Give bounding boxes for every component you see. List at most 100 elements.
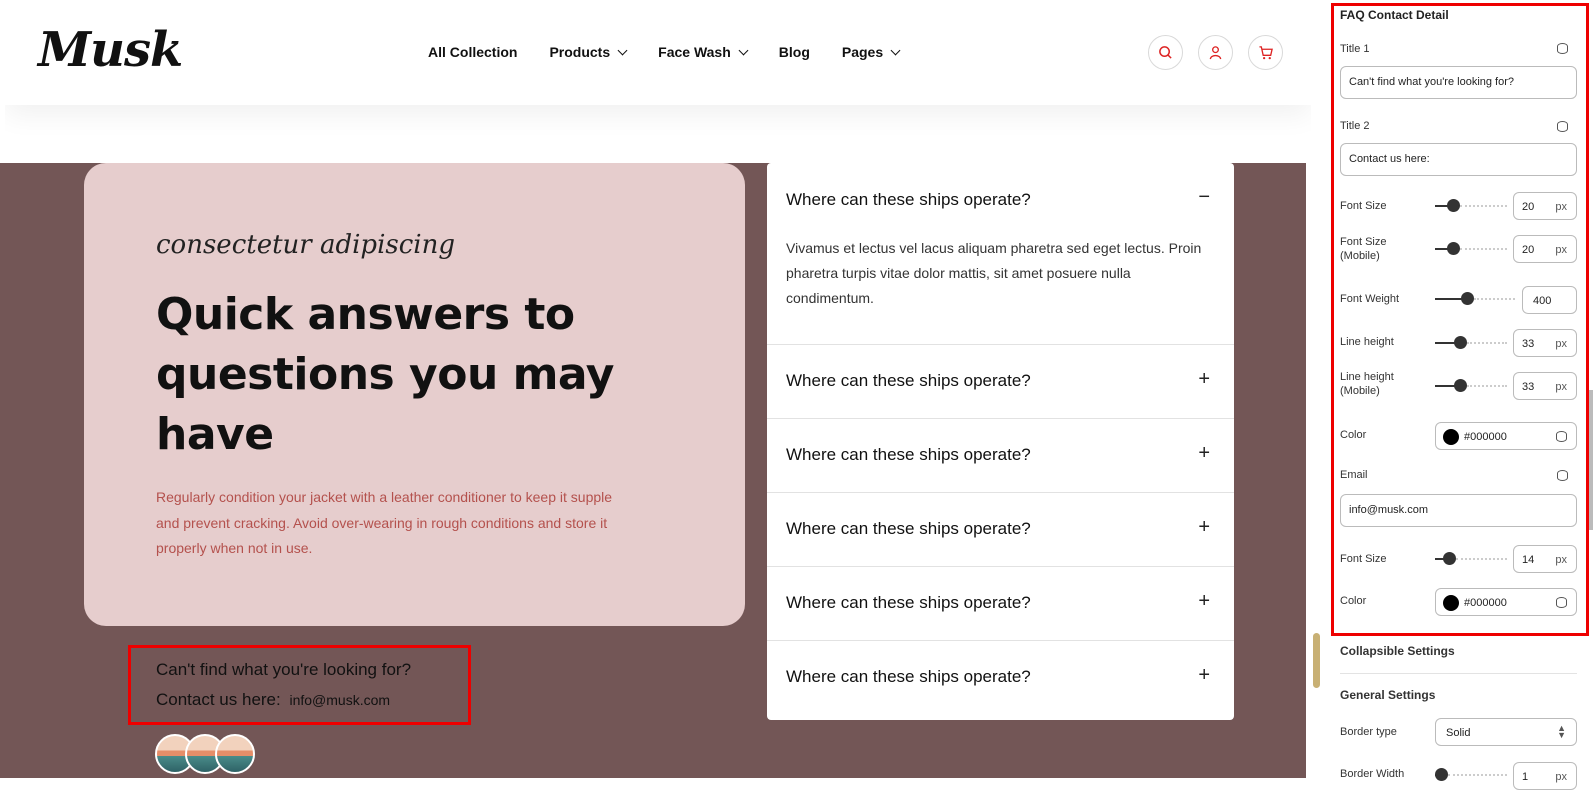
faq-item[interactable]: Where can these ships operate? + <box>767 493 1234 567</box>
unit-label: px <box>1555 338 1567 350</box>
email-color-picker[interactable]: #000000 <box>1435 588 1577 616</box>
section-description: Regularly condition your jacket with a l… <box>156 489 613 556</box>
font-weight-input[interactable]: 400 <box>1522 286 1577 314</box>
font-size-mobile-slider[interactable] <box>1435 242 1507 255</box>
email-color-label: Color <box>1340 595 1367 607</box>
faq-question[interactable]: Where can these ships operate? <box>786 593 1031 613</box>
border-width-slider[interactable] <box>1435 768 1507 781</box>
contact-title-2-text: Contact us here: <box>156 690 281 709</box>
nav-pages[interactable]: Pages <box>842 44 901 60</box>
user-icon[interactable] <box>1198 35 1233 70</box>
line-height-input[interactable]: 33 px <box>1513 329 1577 357</box>
expand-icon[interactable]: + <box>1198 664 1210 687</box>
line-height-slider[interactable] <box>1435 336 1507 349</box>
divider <box>1340 673 1577 674</box>
border-width-input[interactable]: 1 px <box>1513 762 1577 790</box>
faq-question[interactable]: Where can these ships operate? <box>786 371 1031 391</box>
color-hex[interactable]: #000000 <box>1464 597 1507 609</box>
expand-icon[interactable]: + <box>1198 368 1210 391</box>
avatar <box>215 734 255 774</box>
faq-accordion: Where can these ships operate? − Vivamus… <box>767 163 1234 720</box>
faq-question[interactable]: Where can these ships operate? <box>786 445 1031 465</box>
font-size-mobile-label: Font Size (Mobile) <box>1340 236 1387 262</box>
font-size-mobile-value: 20 <box>1522 244 1535 256</box>
font-size-value: 20 <box>1522 201 1535 213</box>
nav-products[interactable]: Products <box>549 44 628 60</box>
database-icon[interactable] <box>1556 597 1567 608</box>
unit-label: px <box>1555 381 1567 393</box>
title1-input[interactable]: Can't find what you're looking for? <box>1340 66 1577 99</box>
contact-email[interactable]: info@musk.com <box>289 692 390 708</box>
database-icon[interactable] <box>1557 43 1568 54</box>
cart-icon[interactable] <box>1248 35 1283 70</box>
faq-item[interactable]: Where can these ships operate? + <box>767 345 1234 419</box>
expand-icon[interactable]: + <box>1198 590 1210 613</box>
title2-label: Title 2 <box>1340 120 1370 132</box>
font-size-input[interactable]: 20 px <box>1513 192 1577 220</box>
line-height-mobile-label: Line height (Mobile) <box>1340 371 1394 397</box>
chevron-down-icon <box>738 45 749 55</box>
faq-item[interactable]: Where can these ships operate? + <box>767 419 1234 493</box>
unit-label: px <box>1555 554 1567 566</box>
email-input[interactable]: info@musk.com <box>1340 494 1577 527</box>
nav-label: Products <box>549 44 611 60</box>
faq-item[interactable]: Where can these ships operate? − Vivamus… <box>767 163 1234 345</box>
email-label: Email <box>1340 469 1368 481</box>
line-height-mobile-value: 33 <box>1522 381 1535 393</box>
unit-label: px <box>1555 201 1567 213</box>
unit-label: px <box>1555 771 1567 783</box>
database-icon[interactable] <box>1557 470 1568 481</box>
border-type-select[interactable]: Solid ▲ ▼ <box>1435 718 1577 746</box>
general-settings-title[interactable]: General Settings <box>1340 688 1435 702</box>
avatar-group <box>155 734 275 774</box>
unit-label: px <box>1555 244 1567 256</box>
line-height-mobile-input[interactable]: 33 px <box>1513 372 1577 400</box>
contact-title-2: Contact us here: info@musk.com <box>156 690 390 710</box>
panel-section-title: FAQ Contact Detail <box>1340 8 1449 22</box>
faq-item[interactable]: Where can these ships operate? + <box>767 567 1234 641</box>
font-weight-label: Font Weight <box>1340 293 1400 305</box>
preview-scrollbar[interactable] <box>1313 633 1320 688</box>
faq-answer: Vivamus et lectus vel lacus aliquam phar… <box>786 240 1202 306</box>
panel-scrollbar[interactable] <box>1589 390 1593 530</box>
faq-question[interactable]: Where can these ships operate? <box>786 190 1031 210</box>
nav-face-wash[interactable]: Face Wash <box>658 44 749 60</box>
chevron-down-icon <box>890 45 901 55</box>
nav-blog[interactable]: Blog <box>779 44 810 60</box>
expand-icon[interactable]: + <box>1198 516 1210 539</box>
email-font-size-slider[interactable] <box>1435 552 1507 565</box>
collapse-icon[interactable]: − <box>1198 186 1210 209</box>
border-type-value: Solid <box>1446 727 1471 739</box>
nav-label: All Collection <box>428 44 518 60</box>
line-height-label: Line height <box>1340 336 1394 348</box>
section-subtitle: consectetur adipiscing <box>156 230 455 260</box>
expand-icon[interactable]: + <box>1198 442 1210 465</box>
database-icon[interactable] <box>1557 121 1568 132</box>
line-height-mobile-slider[interactable] <box>1435 379 1507 392</box>
font-weight-slider[interactable] <box>1435 292 1515 305</box>
color-swatch[interactable] <box>1443 429 1459 445</box>
nav-label: Blog <box>778 44 810 60</box>
collapsible-settings-title[interactable]: Collapsible Settings <box>1340 644 1455 658</box>
nav-all-collection[interactable]: All Collection <box>428 44 517 60</box>
main-nav: All Collection Products Face Wash Blog P… <box>428 44 931 60</box>
color-label: Color <box>1340 429 1367 441</box>
search-icon[interactable] <box>1148 35 1183 70</box>
site-header: Musk All Collection Products Face Wash B… <box>5 0 1311 105</box>
font-size-label: Font Size <box>1340 200 1387 212</box>
logo[interactable]: Musk <box>38 22 183 78</box>
title1-label: Title 1 <box>1340 43 1370 55</box>
faq-question[interactable]: Where can these ships operate? <box>786 519 1031 539</box>
title2-input[interactable]: Contact us here: <box>1340 143 1577 176</box>
border-width-value: 1 <box>1522 771 1529 783</box>
email-font-size-input[interactable]: 14 px <box>1513 545 1577 573</box>
font-size-slider[interactable] <box>1435 199 1507 212</box>
font-size-mobile-input[interactable]: 20 px <box>1513 235 1577 263</box>
faq-item[interactable]: Where can these ships operate? + <box>767 641 1234 720</box>
faq-question[interactable]: Where can these ships operate? <box>786 667 1031 687</box>
chevron-down-icon <box>617 45 628 55</box>
color-hex[interactable]: #000000 <box>1464 431 1507 443</box>
color-picker[interactable]: #000000 <box>1435 422 1577 450</box>
color-swatch[interactable] <box>1443 595 1459 611</box>
database-icon[interactable] <box>1556 431 1567 442</box>
